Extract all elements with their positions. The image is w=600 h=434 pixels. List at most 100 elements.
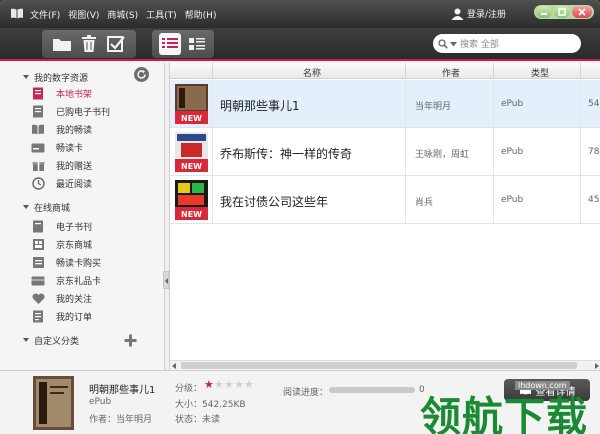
sidebar-item-gift-card[interactable]: 京东礼品卡 [31, 272, 165, 289]
list-view-button[interactable] [158, 33, 181, 55]
sidebar-item-jd-store[interactable]: 京东商城 [31, 236, 165, 253]
expand-arrow-icon [23, 338, 29, 342]
sidebar-item-my-reading[interactable]: 我的畅读 [31, 121, 165, 138]
app-window: 文件(F) 视图(V) 商城(S) 工具(T) 帮助(H) 登录/注册 搜索 全… [0, 0, 600, 434]
menu-bar: 文件(F) 视图(V) 商城(S) 工具(T) 帮助(H) [30, 8, 224, 21]
trash-icon [81, 35, 96, 52]
maximize-button[interactable] [554, 6, 570, 18]
sidebar: 我的数字资源 本地书架 已购电子书刊 我的畅读 畅读卡 我的赠送 最近阅读 在线… [0, 63, 169, 370]
maximize-icon [558, 8, 566, 16]
new-badge: NEW [181, 114, 202, 123]
menu-help[interactable]: 帮助(H) [185, 8, 217, 21]
sidebar-label: 畅读卡购买 [56, 259, 102, 269]
title-bar: 文件(F) 视图(V) 商城(S) 工具(T) 帮助(H) 登录/注册 [0, 0, 600, 28]
menu-tools[interactable]: 工具(T) [146, 8, 177, 21]
delete-button[interactable] [78, 33, 100, 55]
list-header: 名称 作者 类型 [170, 63, 600, 79]
column-header-name[interactable]: 名称 [303, 66, 321, 79]
search-icon [438, 38, 448, 49]
detail-author: 作者：当年明月 [89, 415, 153, 425]
chevron-down-icon[interactable] [450, 41, 457, 47]
rating-star-icon[interactable]: ★ [204, 378, 214, 391]
sidebar-item-local-shelf[interactable]: 本地书架 [31, 85, 165, 102]
scrollbar-thumb[interactable] [181, 362, 577, 369]
horizontal-scrollbar[interactable] [170, 360, 600, 370]
gift-icon [31, 159, 45, 173]
minimize-button[interactable] [536, 6, 552, 18]
sidebar-item-card-purchase[interactable]: 畅读卡购买 [31, 254, 165, 271]
section-custom-category-label: 自定义分类 [34, 336, 80, 347]
table-row[interactable]: NEW 乔布斯传：神一样的传奇 王咏刚，周虹 ePub 78 [170, 128, 600, 176]
window-controls [534, 5, 594, 19]
book-name: 我在讨债公司这些年 [220, 195, 329, 209]
book-name: 明朝那些事儿1 [220, 99, 300, 113]
close-button[interactable] [572, 6, 592, 18]
open-folder-button[interactable] [51, 33, 73, 55]
book-size: 54 [588, 99, 600, 109]
ebook-icon [31, 220, 45, 234]
table-row[interactable]: NEW 我在讨债公司这些年 肖兵 ePub 45 [170, 176, 600, 224]
sidebar-label: 我的订单 [56, 313, 93, 323]
login-link[interactable]: 登录/注册 [451, 7, 506, 20]
detail-view-icon [188, 38, 205, 50]
reading-progress-bar [329, 387, 415, 393]
sidebar-label: 京东礼品卡 [56, 277, 102, 287]
detail-view-button[interactable] [186, 33, 208, 55]
detail-rating-label: 分级： [175, 384, 203, 394]
sidebar-label: 本地书架 [56, 90, 93, 100]
book-logo-icon [11, 8, 23, 19]
book-cover-3: NEW [175, 180, 208, 220]
book-author: 肖兵 [415, 198, 434, 208]
heart-icon [31, 292, 45, 306]
sidebar-item-recent[interactable]: 最近阅读 [31, 175, 165, 192]
sidebar-item-ebooks[interactable]: 电子书刊 [31, 218, 165, 235]
column-header-author[interactable]: 作者 [442, 66, 460, 79]
book-author: 王咏刚，周虹 [415, 150, 470, 160]
expand-arrow-icon [23, 205, 29, 209]
rating-star-icon[interactable]: ★ [224, 378, 234, 391]
section-custom-category[interactable]: 自定义分类 [0, 332, 165, 348]
detail-title: 明朝那些事儿1 [89, 385, 156, 396]
book-list: 名称 作者 类型 NEW 明朝那些事儿1 当年明月 ePub 54 NEW 乔布… [169, 63, 600, 370]
sidebar-item-purchased[interactable]: 已购电子书刊 [31, 103, 165, 120]
user-icon [451, 8, 464, 20]
add-category-icon[interactable] [124, 334, 137, 347]
section-online-store[interactable]: 在线商城 [0, 199, 165, 215]
book-size: 45 [588, 195, 600, 205]
menu-view[interactable]: 视图(V) [68, 8, 99, 21]
rating-star-icon[interactable]: ★ [244, 378, 254, 391]
open-book-icon [31, 123, 45, 137]
checkbox-icon [107, 36, 126, 52]
tool-group [42, 30, 136, 58]
minimize-icon [541, 13, 547, 15]
book-type: ePub [501, 99, 524, 109]
check-button[interactable] [105, 33, 127, 55]
selected-book-cover [33, 376, 74, 430]
refresh-button[interactable] [134, 67, 149, 82]
menu-store[interactable]: 商城(S) [107, 8, 138, 21]
card-buy-icon [31, 256, 45, 270]
column-divider[interactable] [212, 63, 213, 79]
sidebar-item-orders[interactable]: 我的订单 [31, 308, 165, 325]
sidebar-item-reading-card[interactable]: 畅读卡 [31, 139, 165, 156]
detail-size: 大小：542.25KB [175, 400, 246, 410]
clock-icon [31, 177, 45, 191]
column-divider[interactable] [493, 63, 494, 79]
rating-star-icon[interactable]: ★ [234, 378, 244, 391]
scroll-left-icon[interactable] [172, 363, 176, 369]
login-label: 登录/注册 [467, 10, 507, 20]
column-header-type[interactable]: 类型 [531, 66, 549, 79]
rating-star-icon[interactable]: ★ [214, 378, 224, 391]
search-input[interactable]: 搜索 全部 [433, 34, 581, 53]
column-divider[interactable] [405, 63, 406, 79]
column-divider[interactable] [580, 63, 581, 79]
sidebar-label: 我的畅读 [56, 126, 93, 136]
table-row[interactable]: NEW 明朝那些事儿1 当年明月 ePub 54 [170, 80, 600, 128]
detail-status: 状态：未读 [175, 415, 221, 425]
menu-file[interactable]: 文件(F) [30, 8, 60, 21]
scroll-right-icon[interactable] [595, 363, 599, 369]
sidebar-item-following[interactable]: 我的关注 [31, 290, 165, 307]
book-size: 78 [588, 147, 600, 157]
sidebar-item-my-gifts[interactable]: 我的赠送 [31, 157, 165, 174]
book-cover-1: NEW [175, 84, 208, 124]
